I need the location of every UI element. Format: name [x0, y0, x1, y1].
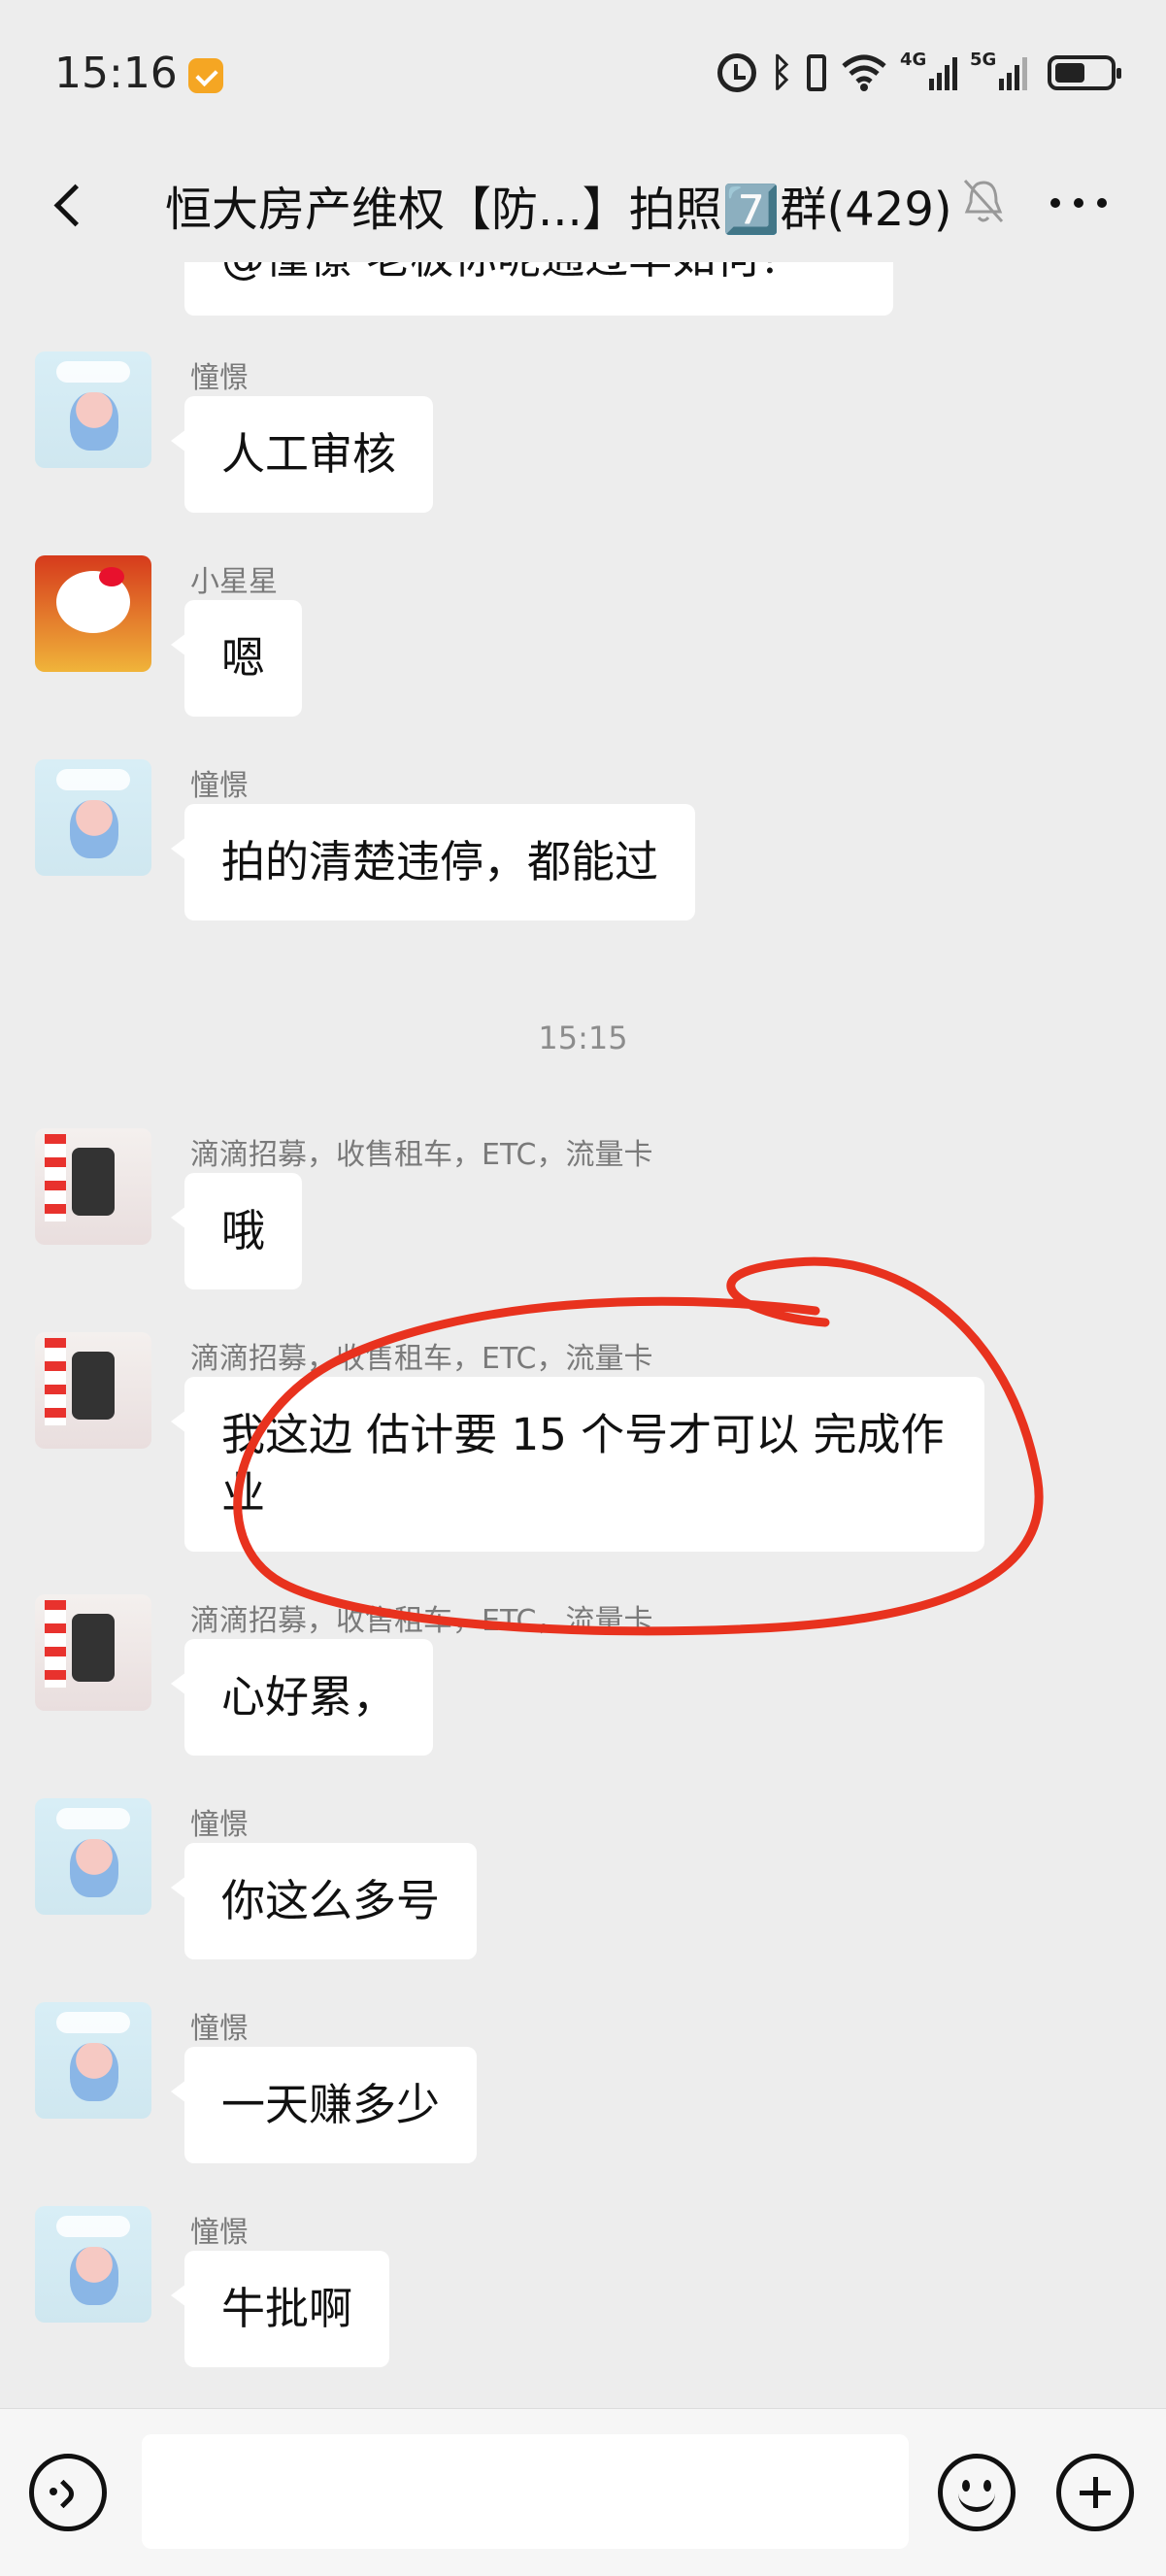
message-text: 人工审核: [221, 428, 397, 480]
bubble-tail: [171, 633, 186, 656]
card-avatar[interactable]: [35, 1332, 151, 1449]
bubble-tail: [171, 1876, 186, 1899]
sender-name: 滴滴招募，收售租车，ETC，流量卡: [190, 1342, 653, 1376]
message-text: 心好累，: [221, 1671, 397, 1723]
message-text: @憧憬 老板你呢通过率如何？: [221, 262, 803, 284]
message-bubble[interactable]: 拍的清楚违停，都能过: [171, 804, 696, 920]
message-bubble[interactable]: 嗯: [171, 600, 303, 717]
message-bubble[interactable]: 人工审核: [171, 396, 434, 513]
chat-title: 恒大房产维权【防...】拍照7️⃣群(429): [165, 183, 952, 237]
card-avatar[interactable]: [35, 1128, 151, 1245]
signal-5g-icon: 5G: [970, 50, 1028, 92]
pig-avatar[interactable]: [35, 351, 151, 468]
pig-avatar[interactable]: [35, 1798, 151, 1915]
signal-4g-icon: 4G: [900, 50, 958, 92]
bubble-tail: [171, 2284, 186, 2307]
mute-icon: [961, 175, 1006, 229]
bubble-tail: [171, 429, 186, 452]
message-text: 一天赚多少: [221, 2079, 441, 2130]
message-bubble[interactable]: 哦: [171, 1173, 303, 1289]
sender-name: 憧憬: [190, 361, 249, 395]
pig-avatar[interactable]: [35, 759, 151, 876]
app-notification-icon: [188, 58, 223, 93]
message-text: 你这么多号: [221, 1875, 441, 1926]
message-text: 哦: [221, 1205, 266, 1256]
signal-5g-label: 5G: [970, 50, 997, 70]
plus-icon[interactable]: [1056, 2454, 1134, 2531]
pig-avatar[interactable]: [35, 2002, 151, 2119]
bubble-tail: [171, 1672, 186, 1695]
message-bubble[interactable]: @憧憬 老板你呢通过率如何？: [184, 262, 893, 316]
message-text: 拍的清楚违停，都能过: [221, 836, 659, 887]
signal-4g-label: 4G: [900, 50, 927, 70]
message-text: 嗯: [221, 632, 266, 684]
message-bubble[interactable]: 一天赚多少: [171, 2047, 478, 2163]
message-bubble[interactable]: 我这边 估计要 15 个号才可以 完成作业: [171, 1377, 984, 1552]
message-input[interactable]: [142, 2434, 909, 2549]
alarm-icon: [717, 53, 756, 92]
status-time: 15:16: [54, 49, 178, 98]
bubble-tail: [171, 1410, 186, 1433]
timestamp: 15:15: [538, 1020, 628, 1056]
bubble-tail: [171, 2080, 186, 2103]
message-list[interactable]: @憧憬 老板你呢通过率如何？ 憧憬 人工审核 小星星 嗯 憧憬 拍的清楚违停，都…: [0, 262, 1166, 2408]
bubble-tail: [171, 837, 186, 860]
sender-name: 憧憬: [190, 1808, 249, 1842]
message-bubble[interactable]: 牛批啊: [171, 2251, 390, 2367]
bluetooth-icon: ᛒ: [770, 50, 793, 95]
sender-name: 小星星: [190, 565, 278, 599]
vibrate-icon: [807, 54, 826, 91]
chat-header: 恒大房产维权【防...】拍照7️⃣群(429): [0, 146, 1166, 262]
status-bar: 15:16 ᛒ 4G 5G: [0, 0, 1166, 146]
message-bubble[interactable]: 你这么多号: [171, 1843, 478, 1959]
sender-name: 憧憬: [190, 769, 249, 803]
message-bubble[interactable]: 心好累，: [171, 1639, 434, 1756]
voice-icon[interactable]: [29, 2454, 107, 2531]
emoji-icon[interactable]: [938, 2454, 1016, 2531]
hello-kitty-avatar[interactable]: [35, 555, 151, 672]
back-icon[interactable]: [47, 179, 85, 227]
sender-name: 滴滴招募，收售租车，ETC，流量卡: [190, 1604, 653, 1638]
sender-name: 憧憬: [190, 2216, 249, 2250]
message-text: 我这边 估计要 15 个号才可以 完成作业: [221, 1409, 945, 1519]
bubble-tail: [171, 1206, 186, 1229]
status-icons: ᛒ 4G 5G: [717, 49, 1121, 97]
battery-icon: [1048, 55, 1121, 90]
more-icon[interactable]: [1050, 190, 1118, 216]
wifi-icon: [840, 53, 888, 92]
sender-name: 憧憬: [190, 2012, 249, 2046]
pig-avatar[interactable]: [35, 2206, 151, 2323]
sender-name: 滴滴招募，收售租车，ETC，流量卡: [190, 1138, 653, 1172]
card-avatar[interactable]: [35, 1594, 151, 1711]
input-bar: [0, 2408, 1166, 2576]
message-text: 牛批啊: [221, 2283, 353, 2334]
